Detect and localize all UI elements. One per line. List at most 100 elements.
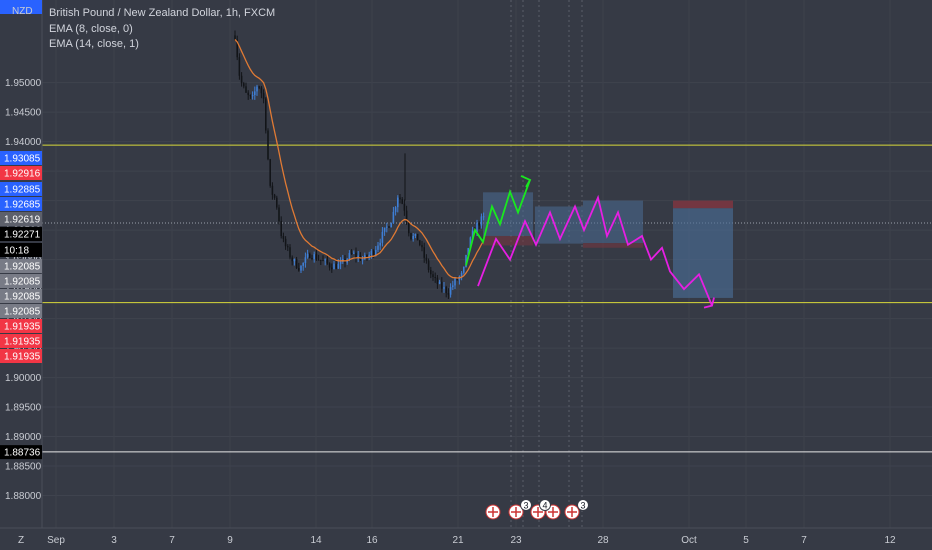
price-tag-label: 1.91935 xyxy=(4,322,41,333)
candle-body xyxy=(438,281,441,284)
candle-body xyxy=(271,185,274,195)
legend-ema-8: EMA (8, close, 0) xyxy=(49,23,133,35)
time-tick-label: 5 xyxy=(743,535,749,546)
candle-body xyxy=(276,197,278,208)
candle-body xyxy=(460,272,463,277)
candle-body xyxy=(311,258,313,260)
time-tick-label: 23 xyxy=(510,535,522,546)
price-tag-label: 1.92085 xyxy=(4,307,41,318)
candle-body xyxy=(401,199,403,204)
candle-body xyxy=(443,287,445,289)
candle-body xyxy=(256,86,258,92)
candle-body xyxy=(416,233,419,241)
candle-body xyxy=(463,266,465,273)
candle-body xyxy=(390,222,392,228)
candle-body xyxy=(245,86,247,93)
candle-body xyxy=(370,250,373,255)
price-tick-label: 1.95000 xyxy=(5,78,42,89)
chart-stage[interactable]: 343 1.950001.945001.940001.935001.930001… xyxy=(0,0,932,550)
candle-body xyxy=(284,238,287,247)
candle-body xyxy=(372,250,375,255)
candle-body xyxy=(337,263,340,269)
time-tick-label: 7 xyxy=(169,535,175,546)
candle-body xyxy=(480,216,483,226)
legend-ema-14: EMA (14, close, 1) xyxy=(49,38,139,50)
time-tick-label: 7 xyxy=(801,535,807,546)
candle-body xyxy=(412,235,414,240)
time-tick-label: Oct xyxy=(681,535,697,546)
time-tick-label: 28 xyxy=(597,535,609,546)
candle-body xyxy=(447,293,450,295)
candle-body xyxy=(324,259,326,261)
candle-body xyxy=(377,245,379,250)
candle-body xyxy=(408,222,410,234)
price-tag-label: 1.92271 xyxy=(4,230,41,241)
candle-body xyxy=(240,75,243,84)
candle-body xyxy=(234,35,236,40)
candle-body xyxy=(361,258,364,261)
candle-body xyxy=(379,242,381,246)
candle-body xyxy=(392,211,395,223)
candle-body xyxy=(295,259,298,269)
currency-label: NZD xyxy=(12,6,33,17)
candle-body xyxy=(313,254,315,259)
candle-body xyxy=(430,269,432,275)
candle-body xyxy=(322,260,324,262)
time-tick-label: 3 xyxy=(111,535,117,546)
time-tick-label: 21 xyxy=(452,535,464,546)
candle-body xyxy=(280,221,282,237)
candle-body xyxy=(456,278,458,280)
candle-body xyxy=(289,247,291,258)
price-chart[interactable]: 343 1.950001.945001.940001.935001.930001… xyxy=(0,0,932,550)
candle-body xyxy=(383,227,386,232)
candle-body xyxy=(452,285,454,288)
candle-body xyxy=(348,253,351,260)
event-count-label: 3 xyxy=(580,501,585,511)
candle-body xyxy=(320,259,322,261)
candle-body xyxy=(339,261,342,264)
price-tag-label: 1.92916 xyxy=(4,169,41,180)
candle-body xyxy=(482,216,485,218)
price-tick-label: 1.94500 xyxy=(5,108,42,119)
price-tag-label: 1.92085 xyxy=(4,277,41,288)
candle-body xyxy=(350,253,353,255)
price-tag-label: 1.92685 xyxy=(4,200,41,211)
candle-body xyxy=(421,244,423,248)
candle-body xyxy=(353,252,355,254)
candle-body xyxy=(258,86,260,88)
price-tag-label: 1.88736 xyxy=(4,448,41,459)
candle-body xyxy=(434,277,436,279)
candle-body xyxy=(331,267,333,270)
price-tick-label: 1.89500 xyxy=(5,403,42,414)
candle-body xyxy=(293,259,296,262)
candle-body xyxy=(414,233,417,236)
candle-body xyxy=(326,259,329,264)
ema-line xyxy=(234,39,485,279)
candle-body xyxy=(260,87,263,94)
candle-body xyxy=(425,257,428,261)
price-tag-label: 1.92085 xyxy=(4,262,41,273)
candle-body xyxy=(265,98,267,131)
candle-body xyxy=(375,249,377,255)
price-tag-label: 1.93085 xyxy=(4,154,41,165)
candle-body xyxy=(449,287,452,295)
price-tick-label: 1.89000 xyxy=(5,432,42,443)
candle-body xyxy=(254,91,256,96)
candle-body xyxy=(243,83,245,87)
candle-body xyxy=(249,95,252,97)
candles-layer xyxy=(234,30,485,299)
time-tick-label: 14 xyxy=(310,535,322,546)
scale-mode-button[interactable]: Z xyxy=(18,535,24,546)
candle-body xyxy=(328,263,331,268)
candle-body xyxy=(282,236,285,239)
price-tag-label: 1.90533 xyxy=(4,0,41,3)
price-tick-label: 1.88500 xyxy=(5,462,42,473)
candle-body xyxy=(302,262,304,266)
levels-layer xyxy=(42,144,932,453)
candle-body xyxy=(436,277,439,284)
candle-body xyxy=(291,257,293,262)
projection-box xyxy=(483,235,533,246)
time-axis-panel[interactable] xyxy=(0,528,932,550)
candle-body xyxy=(441,281,443,289)
candle-body xyxy=(287,246,289,248)
